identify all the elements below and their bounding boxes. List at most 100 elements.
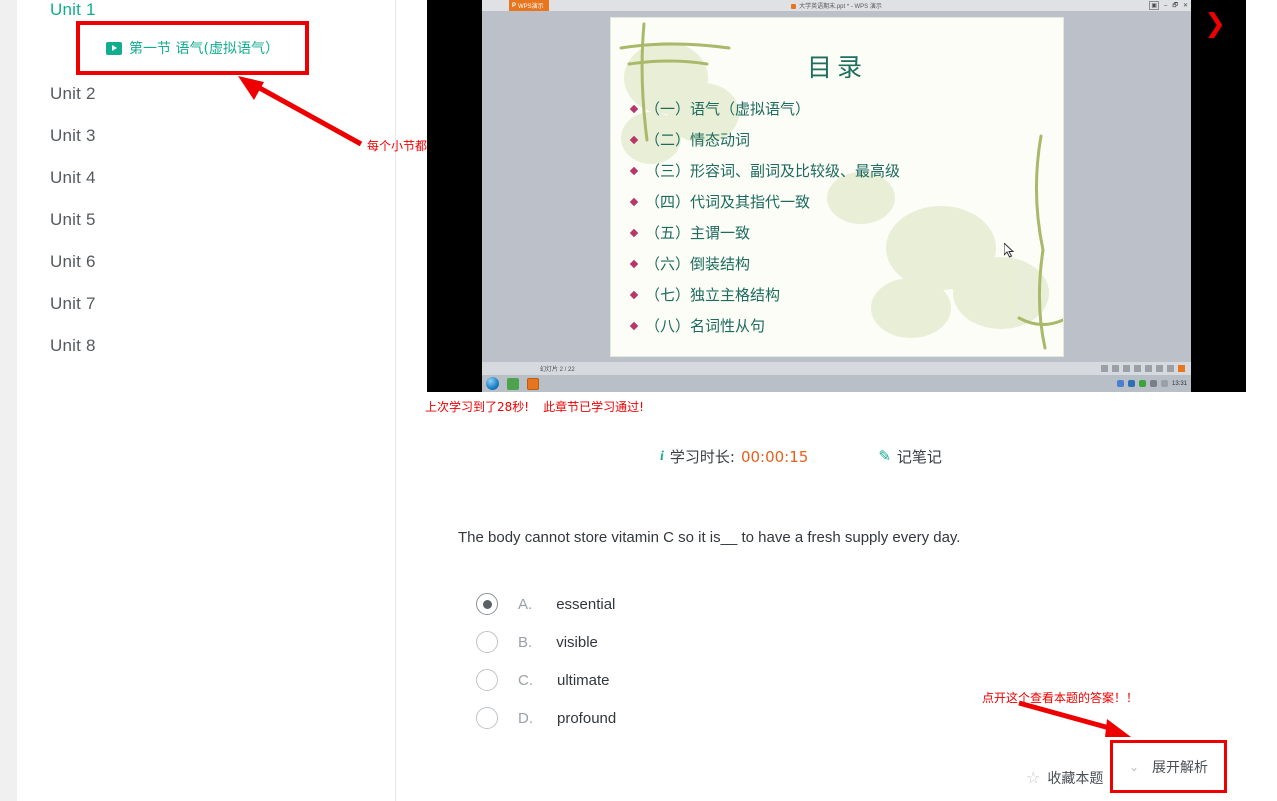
toc-label: （三）形容词、副词及比较级、最高级: [645, 162, 901, 180]
duration-value: 00:00:15: [740, 447, 809, 466]
wps-window-buttons[interactable]: ▣ – 🗗 ✕: [1149, 0, 1188, 11]
tray-icon-app[interactable]: [1127, 380, 1135, 387]
toc-label: （八）名词性从句: [645, 317, 766, 335]
left-rail: [0, 0, 17, 801]
toc-item: （五）主谓一致: [629, 222, 1053, 243]
sidebar-item-unit-2[interactable]: Unit 2: [50, 84, 96, 104]
unit-label: Unit 1: [50, 0, 96, 19]
wps-presentation-window: P WPS演示 大学英语期末.ppt * - WPS 演示 ▣ – 🗗 ✕ 目录…: [482, 0, 1191, 392]
presentation-slide: 目录 （一）语气（虚拟语气） （二）情态动词 （三）形容词、副词及比较级、最高级…: [610, 17, 1064, 357]
slideshow-icon[interactable]: [1178, 365, 1185, 372]
toc-label: （四）代词及其指代一致: [645, 193, 811, 211]
option-letter: C.: [518, 671, 533, 689]
unit-label: Unit 5: [50, 210, 96, 229]
option-b[interactable]: B. visible: [476, 623, 616, 661]
info-icon: i: [660, 448, 664, 464]
diamond-bullet-icon: [629, 228, 639, 237]
option-c[interactable]: C. ultimate: [476, 661, 616, 699]
option-text: ultimate: [557, 671, 610, 689]
toc-item: （四）代词及其指代一致: [629, 191, 1053, 212]
tray-icon-input[interactable]: [1149, 380, 1157, 387]
toc-item: （一）语气（虚拟语气）: [629, 98, 1053, 119]
unit-label: Unit 8: [50, 336, 96, 355]
option-text: essential: [556, 595, 616, 613]
toc-item: （六）倒装结构: [629, 253, 1053, 274]
start-menu-icon[interactable]: [486, 377, 499, 390]
last-position-text: 上次学习到了28秒!: [425, 400, 530, 414]
unit-label: Unit 4: [50, 168, 96, 187]
radio-b[interactable]: [476, 631, 498, 653]
tray-icon-security[interactable]: [1138, 380, 1146, 387]
toc-item: （八）名词性从句: [629, 315, 1053, 336]
page-root: Unit 1 第一节 语气(虚拟语气） Unit 2 Unit 3 Unit 4…: [0, 0, 1277, 801]
toc-item: （二）情态动词: [629, 129, 1053, 150]
taskbar-clock: 13:31: [1171, 380, 1187, 387]
lesson-item-highlight-box[interactable]: 第一节 语气(虚拟语气）: [76, 21, 309, 75]
sidebar-item-unit-7[interactable]: Unit 7: [50, 294, 96, 314]
toc-label: （六）倒装结构: [645, 255, 751, 273]
slide-count-label: 幻灯片 2 / 22: [540, 367, 575, 373]
wps-document-title: 大学英语期末.ppt * - WPS 演示: [482, 1, 1191, 10]
history-icon[interactable]: [1101, 365, 1108, 372]
toc-label: （五）主谓一致: [645, 224, 751, 242]
expand-analysis-button[interactable]: ⌄ 展开解析: [1110, 740, 1227, 793]
radio-a[interactable]: [476, 593, 498, 615]
next-slide-icon[interactable]: [1134, 365, 1141, 372]
tray-icon-volume[interactable]: [1160, 380, 1168, 387]
duration-label: 学习时长:: [669, 448, 735, 466]
passed-text: 此章节已学习通过!: [543, 400, 644, 414]
video-player[interactable]: P WPS演示 大学英语期末.ppt * - WPS 演示 ▣ – 🗗 ✕ 目录…: [427, 0, 1246, 392]
course-outline-sidebar: Unit 1 第一节 语气(虚拟语气） Unit 2 Unit 3 Unit 4…: [17, 0, 396, 801]
sidebar-item-unit-6[interactable]: Unit 6: [50, 252, 96, 272]
answer-options[interactable]: A. essential B. visible C. ultimate D. p…: [476, 585, 616, 737]
unit-label: Unit 6: [50, 252, 96, 271]
diamond-bullet-icon: [629, 104, 639, 113]
lesson-row[interactable]: 第一节 语气(虚拟语气）: [106, 38, 279, 58]
option-a[interactable]: A. essential: [476, 585, 616, 623]
mouse-cursor-icon: [1004, 243, 1015, 258]
diamond-bullet-icon: [629, 166, 639, 175]
study-progress-note: 上次学习到了28秒! 此章节已学习通过!: [425, 398, 644, 415]
toc-item: （七）独立主格结构: [629, 284, 1053, 305]
unit-label: Unit 7: [50, 294, 96, 313]
diamond-bullet-icon: [629, 321, 639, 330]
taskbar-wps-icon[interactable]: [527, 377, 539, 390]
next-video-icon[interactable]: ❯: [1204, 10, 1226, 36]
diamond-bullet-icon: [629, 259, 639, 268]
favorite-label: 收藏本题: [1047, 771, 1104, 787]
radio-d[interactable]: [476, 707, 498, 729]
wps-view-controls[interactable]: [1101, 365, 1185, 372]
sidebar-item-unit-8[interactable]: Unit 8: [50, 336, 96, 356]
tray-icon-network[interactable]: [1116, 380, 1124, 387]
chevron-down-icon: ⌄: [1128, 759, 1140, 774]
close-icon[interactable]: ✕: [1183, 2, 1188, 9]
note-label: 记笔记: [896, 448, 942, 466]
question-text: The body cannot store vitamin C so it is…: [458, 529, 961, 546]
sidebar-item-unit-4[interactable]: Unit 4: [50, 168, 96, 188]
favorite-question-button[interactable]: ☆ 收藏本题: [1026, 768, 1103, 788]
diamond-bullet-icon: [629, 290, 639, 299]
reading-view-icon[interactable]: [1167, 365, 1174, 372]
unit-label: Unit 2: [50, 84, 96, 103]
minimize-icon[interactable]: –: [1164, 3, 1167, 9]
toc-label: （七）独立主格结构: [645, 286, 781, 304]
slide-title: 目录: [806, 53, 867, 82]
expand-label: 展开解析: [1152, 759, 1209, 776]
prev-slide-icon[interactable]: [1112, 365, 1119, 372]
take-note-button[interactable]: ✎︎ 记笔记: [878, 446, 942, 467]
maximize-icon[interactable]: 🗗: [1172, 1, 1178, 11]
normal-view-icon[interactable]: [1145, 365, 1152, 372]
sidebar-item-unit-1[interactable]: Unit 1: [50, 0, 96, 20]
current-slide-icon[interactable]: [1123, 365, 1130, 372]
diamond-bullet-icon: [629, 135, 639, 144]
restore-ribbon-icon[interactable]: ▣: [1149, 1, 1159, 10]
expand-hint-text: 点开这个查看本题的答案！！: [982, 691, 1139, 705]
sidebar-item-unit-5[interactable]: Unit 5: [50, 210, 96, 230]
slide-sorter-icon[interactable]: [1156, 365, 1163, 372]
ppt-file-icon: [791, 4, 797, 9]
option-d[interactable]: D. profound: [476, 699, 616, 737]
radio-c[interactable]: [476, 669, 498, 691]
taskbar-app-icon[interactable]: [507, 377, 519, 390]
sidebar-item-unit-3[interactable]: Unit 3: [50, 126, 96, 146]
option-letter: D.: [518, 709, 533, 727]
